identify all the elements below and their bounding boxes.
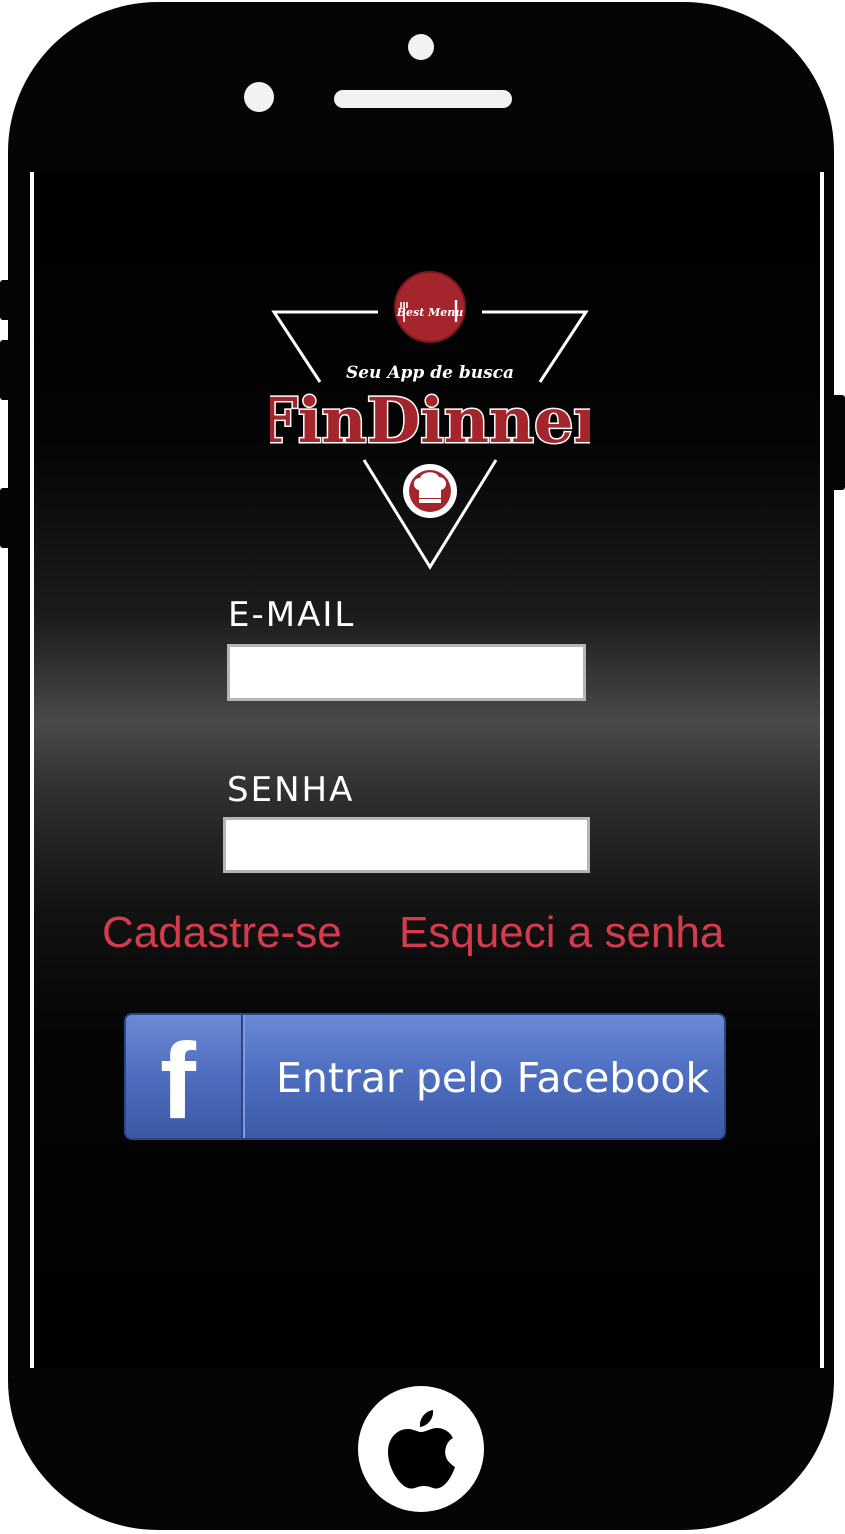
badge-text: Best Menu [396, 306, 464, 319]
logo-tagline: Seu App de busca [346, 363, 514, 383]
home-button[interactable] [358, 1386, 484, 1512]
power-button [831, 395, 845, 490]
logo-brand: FinDinner [270, 384, 590, 457]
volume-up-button [0, 340, 14, 400]
password-field[interactable] [223, 817, 590, 873]
forgot-password-link[interactable]: Esqueci a senha [399, 908, 724, 958]
email-label: E-MAIL [228, 595, 356, 635]
phone-frame [8, 2, 834, 1530]
facebook-login-button[interactable]: f Entrar pelo Facebook [124, 1013, 726, 1140]
apple-logo-icon [388, 1410, 455, 1489]
password-label: SENHA [227, 770, 355, 810]
proximity-sensor [244, 82, 274, 112]
facebook-icon: f [160, 1020, 196, 1140]
signup-link[interactable]: Cadastre-se [102, 908, 342, 958]
silent-switch [0, 280, 14, 320]
facebook-login-label: Entrar pelo Facebook [276, 1054, 710, 1102]
email-field[interactable] [227, 644, 586, 701]
earpiece-speaker [334, 90, 512, 108]
volume-down-button [0, 488, 14, 548]
front-camera [408, 34, 434, 60]
findinner-logo: Best Menu Seu App de busca FinDinner [270, 271, 590, 570]
facebook-icon-box: f [126, 1015, 245, 1140]
